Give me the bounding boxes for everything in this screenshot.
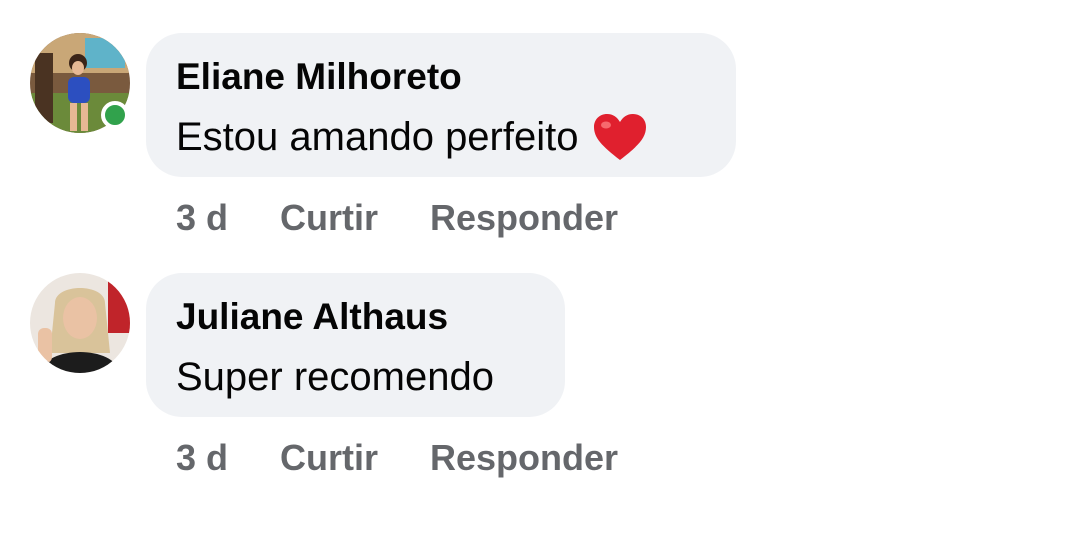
reply-button[interactable]: Responder <box>430 197 618 239</box>
avatar-photo <box>30 273 130 373</box>
comment-actions: 3 d Curtir Responder <box>176 436 618 480</box>
comment-actions: 3 d Curtir Responder <box>176 196 618 240</box>
avatar[interactable] <box>30 273 130 373</box>
comment-timestamp[interactable]: 3 d <box>176 437 228 479</box>
comment-bubble: Eliane Milhoreto Estou amando perfeito <box>146 33 736 177</box>
like-button[interactable]: Curtir <box>280 197 378 239</box>
comment-author[interactable]: Eliane Milhoreto <box>176 55 706 99</box>
comment-author[interactable]: Juliane Althaus <box>176 295 535 339</box>
red-heart-icon <box>592 112 648 162</box>
comment-bubble: Juliane Althaus Super recomendo <box>146 273 565 417</box>
like-button[interactable]: Curtir <box>280 437 378 479</box>
comment-timestamp[interactable]: 3 d <box>176 197 228 239</box>
comment-text: Super recomendo <box>176 355 494 399</box>
comment-text: Estou amando perfeito <box>176 115 579 159</box>
online-status-indicator <box>101 101 129 129</box>
reply-button[interactable]: Responder <box>430 437 618 479</box>
